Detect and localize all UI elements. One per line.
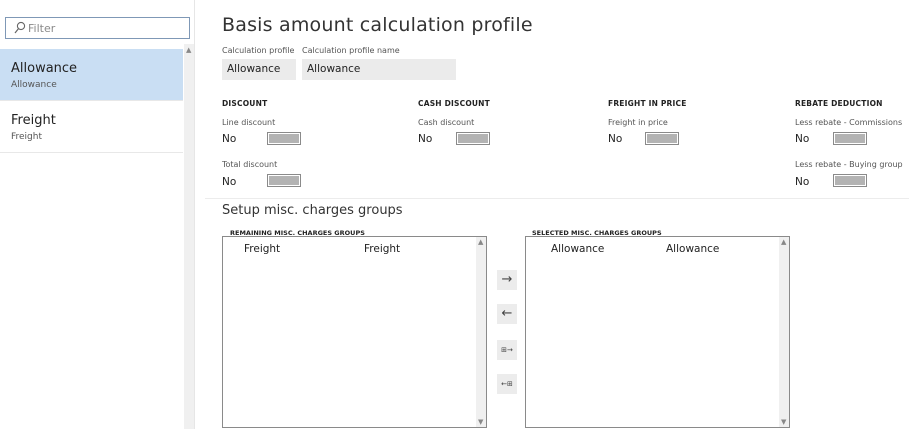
- rebate-buying-group-value: No: [795, 176, 810, 188]
- line-discount-toggle[interactable]: [267, 132, 301, 145]
- page-title: Basis amount calculation profile: [222, 14, 533, 36]
- toggle-knob: [458, 134, 488, 143]
- cash-discount-header: CASH DISCOUNT: [418, 99, 490, 108]
- list-item-title: Allowance: [11, 61, 78, 76]
- freight-in-price-toggle[interactable]: [645, 132, 679, 145]
- scroll-up-icon[interactable]: ▲: [781, 238, 786, 246]
- list-pane: Allowance Allowance Freight Freight ▲: [0, 0, 195, 429]
- scroll-down-icon[interactable]: ▼: [478, 418, 483, 426]
- cash-discount-label: Cash discount: [418, 118, 475, 127]
- toggle-knob: [835, 134, 865, 143]
- discount-header: DISCOUNT: [222, 99, 268, 108]
- group-code: Freight: [244, 243, 281, 255]
- calculation-profile-label: Calculation profile: [222, 46, 295, 55]
- filter-box[interactable]: [5, 17, 190, 39]
- remove-group-button[interactable]: ←: [497, 304, 517, 324]
- misc-charges-title: Setup misc. charges groups: [222, 203, 403, 218]
- list-item-allowance[interactable]: Allowance Allowance: [0, 49, 183, 101]
- remaining-scrollbar[interactable]: ▲ ▼: [476, 237, 486, 427]
- scroll-up-icon[interactable]: ▲: [478, 238, 483, 246]
- scroll-up-icon[interactable]: ▲: [186, 46, 191, 54]
- calculation-profile-field[interactable]: Allowance: [222, 59, 296, 80]
- rebate-buying-group-toggle[interactable]: [833, 174, 867, 187]
- rebate-commissions-value: No: [795, 133, 810, 145]
- rebate-buying-group-label: Less rebate - Buying group: [795, 160, 903, 169]
- total-discount-value: No: [222, 176, 237, 188]
- add-all-groups-button[interactable]: ⊞→: [497, 340, 517, 360]
- freight-in-price-header: FREIGHT IN PRICE: [608, 99, 687, 108]
- list-item[interactable]: Freight Freight: [223, 243, 486, 259]
- rebate-commissions-label: Less rebate - Commissions: [795, 118, 903, 127]
- total-discount-toggle[interactable]: [267, 174, 301, 187]
- main-content: Basis amount calculation profile Calcula…: [205, 0, 909, 429]
- remaining-groups-list: Freight Freight ▲ ▼: [222, 236, 487, 428]
- section-divider: [205, 198, 909, 199]
- rebate-commissions-toggle[interactable]: [833, 132, 867, 145]
- total-discount-label: Total discount: [222, 160, 278, 169]
- line-discount-value: No: [222, 133, 237, 145]
- scroll-down-icon[interactable]: ▼: [781, 418, 786, 426]
- filter-input[interactable]: [28, 20, 178, 36]
- list-item[interactable]: Allowance Allowance: [526, 243, 789, 259]
- selected-groups-list: Allowance Allowance ▲ ▼: [525, 236, 790, 428]
- calculation-profile-name-field[interactable]: Allowance: [302, 59, 456, 80]
- calculation-profile-name-label: Calculation profile name: [302, 46, 400, 55]
- group-code: Allowance: [551, 243, 605, 255]
- list-item-freight[interactable]: Freight Freight: [0, 101, 183, 153]
- cash-discount-value: No: [418, 133, 433, 145]
- toggle-knob: [269, 176, 299, 185]
- list-item-subtitle: Freight: [11, 132, 43, 142]
- rebate-deduction-header: REBATE DEDUCTION: [795, 99, 883, 108]
- profile-list: Allowance Allowance Freight Freight: [0, 49, 183, 153]
- group-name: Allowance: [666, 243, 720, 255]
- list-scrollbar[interactable]: ▲: [184, 44, 194, 429]
- freight-in-price-label: Freight in price: [608, 118, 668, 127]
- freight-in-price-value: No: [608, 133, 623, 145]
- toggle-knob: [835, 176, 865, 185]
- group-name: Freight: [364, 243, 401, 255]
- add-group-button[interactable]: →: [497, 270, 517, 290]
- list-item-title: Freight: [11, 113, 56, 128]
- list-item-subtitle: Allowance: [11, 80, 57, 90]
- search-icon: [14, 21, 26, 34]
- toggle-knob: [269, 134, 299, 143]
- line-discount-label: Line discount: [222, 118, 276, 127]
- remove-all-groups-button[interactable]: ←⊞: [497, 374, 517, 394]
- selected-scrollbar[interactable]: ▲ ▼: [779, 237, 789, 427]
- toggle-knob: [647, 134, 677, 143]
- cash-discount-toggle[interactable]: [456, 132, 490, 145]
